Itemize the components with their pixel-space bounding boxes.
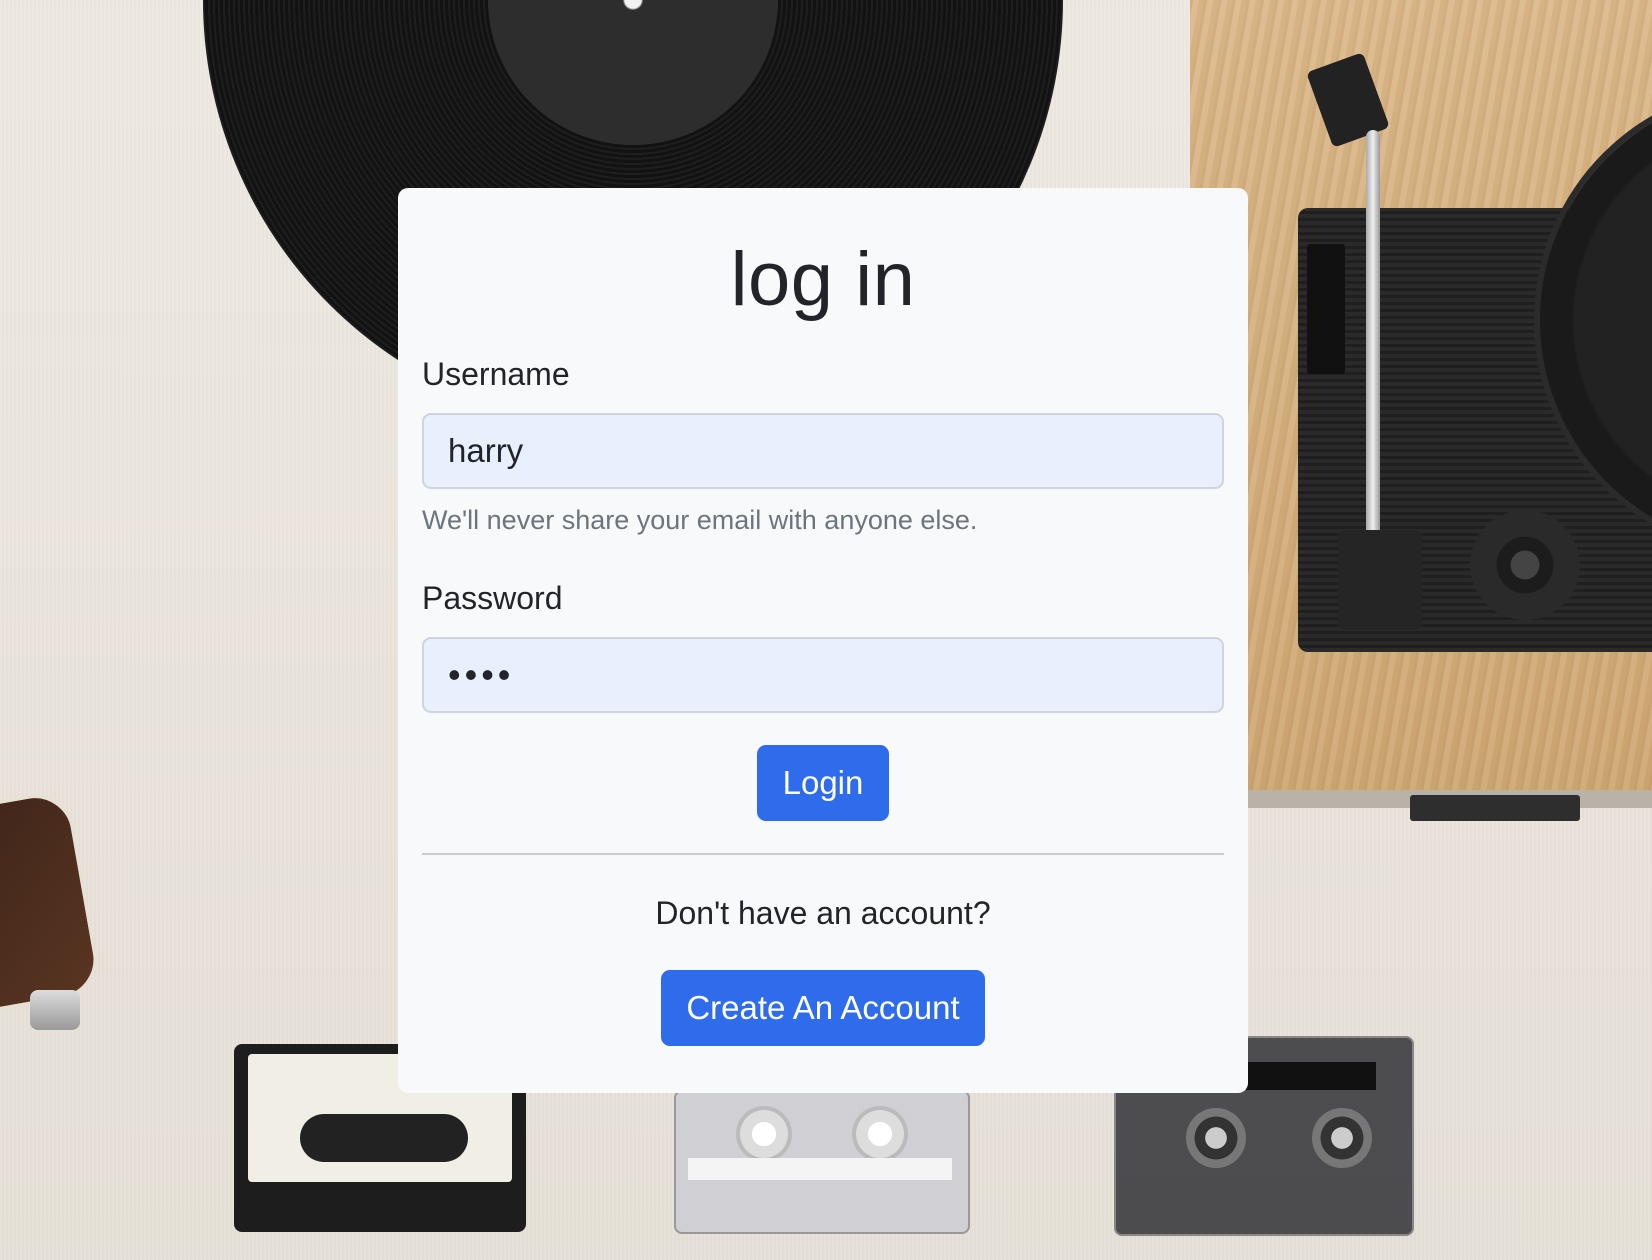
password-label: Password [422,580,563,616]
cassette-reel [736,1106,792,1162]
create-account-button[interactable]: Create An Account [661,970,985,1046]
tonearm-cartridge [1338,530,1422,630]
guitar-tuner-image [30,990,80,1030]
username-label: Username [422,356,570,392]
password-input[interactable] [422,637,1224,713]
tonearm [1366,130,1380,560]
turntable-knob [1470,510,1580,620]
cassette-window [300,1114,468,1162]
cassette-tape-image [674,1090,970,1234]
username-help-text: We'll never share your email with anyone… [422,505,978,535]
cassette-reel [852,1106,908,1162]
signup-prompt: Don't have an account? [655,895,991,931]
turntable-switch-panel [1307,244,1345,374]
login-card: log in Username We'll never share your e… [398,188,1248,1093]
username-input[interactable] [422,413,1224,489]
cassette-reel [1186,1108,1246,1168]
login-button[interactable]: Login [757,745,889,821]
cassette-reel [1312,1108,1372,1168]
turntable-foot [1410,795,1580,821]
cassette-label [688,1158,952,1180]
cassette-label [1246,1062,1376,1090]
page-title: log in [730,237,916,322]
divider [422,853,1224,855]
